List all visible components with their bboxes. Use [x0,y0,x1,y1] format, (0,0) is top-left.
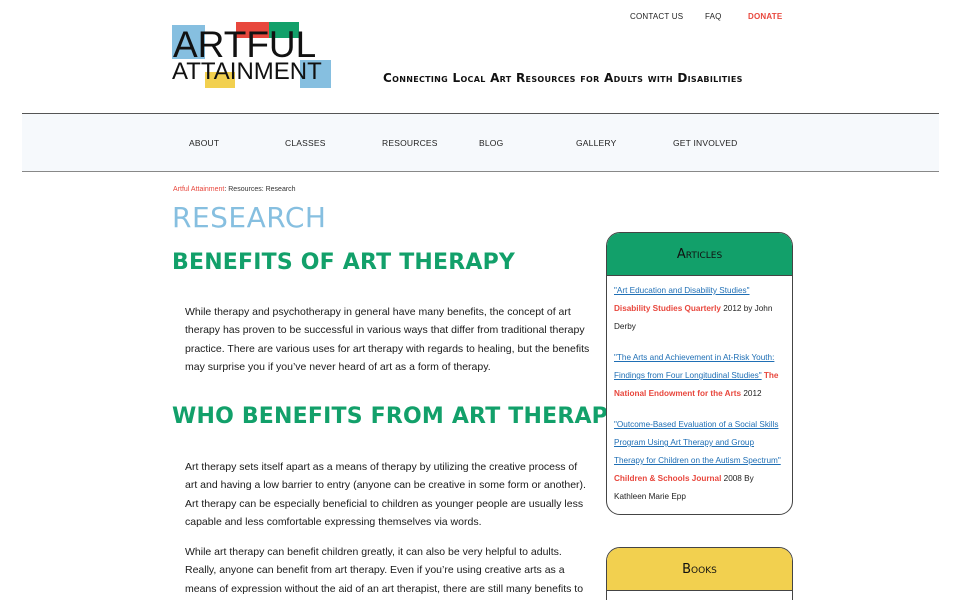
contact-us-link[interactable]: CONTACT US [630,12,683,21]
nav-blog[interactable]: BLOG [479,138,503,148]
faq-link[interactable]: FAQ [705,12,722,21]
list-item: "Outcome-Based Evaluation of a Social Sk… [614,416,785,506]
articles-list: "Art Education and Disability Studies" D… [607,276,792,506]
section-heading-benefits: BENEFITS OF ART THERAPY [172,250,516,275]
page-title: RESEARCH [172,201,327,234]
donate-link[interactable]: DONATE [748,12,782,21]
nav-get-involved[interactable]: GET INVOLVED [673,138,737,148]
books-card-title: Books [607,548,792,591]
article-link[interactable]: "The Arts and Achievement in At-Risk You… [614,353,774,380]
section-heading-who-benefits: WHO BENEFITS FROM ART THERAPY? [172,404,638,429]
section-paragraph: While art therapy can benefit children g… [185,546,584,595]
articles-card: Articles "Art Education and Disability S… [606,232,793,515]
site-logo[interactable]: ARTFUL ATTAINMENT [172,22,332,90]
breadcrumb-home-link[interactable]: Artful Attainment [173,186,224,193]
logo-word-attainment: ATTAINMENT [172,58,322,85]
nav-gallery[interactable]: GALLERY [576,138,616,148]
main-nav: ABOUT CLASSES RESOURCES BLOG GALLERY GET… [22,113,939,172]
list-item: "The Arts and Achievement in At-Risk You… [614,349,785,403]
articles-card-title: Articles [607,233,792,276]
article-publication: Children & Schools Journal [614,474,722,483]
article-link[interactable]: "Art Education and Disability Studies" [614,286,750,295]
breadcrumb: Artful Attainment: Resources: Research [173,186,296,193]
article-link[interactable]: "Outcome-Based Evaluation of a Social Sk… [614,420,781,465]
list-item: "Art Education and Disability Studies" D… [614,282,785,336]
nav-classes[interactable]: CLASSES [285,138,326,148]
books-card: Books [606,547,793,600]
article-publication: Disability Studies Quarterly [614,304,721,313]
section-paragraph: While therapy and psychotherapy in gener… [185,306,590,374]
section-paragraph: Art therapy sets itself apart as a means… [185,461,586,529]
nav-resources[interactable]: RESOURCES [382,138,438,148]
site-tagline: Connecting Local Art Resources for Adult… [383,71,743,85]
breadcrumb-trail: : Resources: Research [224,186,296,193]
article-details: 2012 [741,389,762,398]
nav-about[interactable]: ABOUT [189,138,219,148]
